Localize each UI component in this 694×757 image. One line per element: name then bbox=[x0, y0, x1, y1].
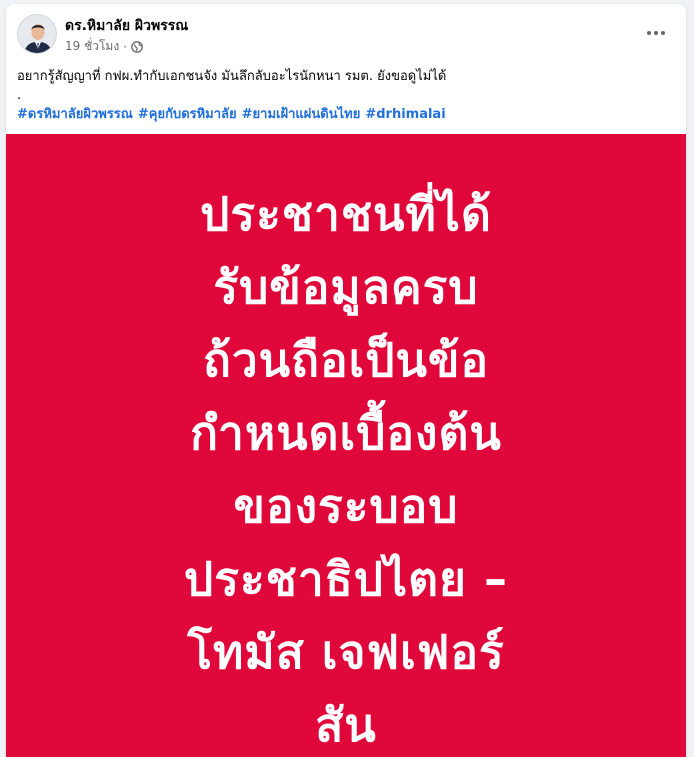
hashtag-list: #ดรหิมาลัยผิวพรรณ #คุยกับดรหิมาลัย #ยามเ… bbox=[17, 105, 672, 124]
author-name[interactable]: ดร.หิมาลัย ผิวพรรณ bbox=[65, 15, 188, 37]
globe-icon[interactable] bbox=[131, 40, 143, 53]
more-options-icon[interactable] bbox=[638, 21, 674, 45]
hashtag-link[interactable]: #ยามเฝ้าแผ่นดินไทย bbox=[242, 105, 361, 124]
post-header: ดร.หิมาลัย ผิวพรรณ 19 ชั่วโมง · bbox=[6, 4, 686, 62]
quote-line: รับข้อมูลครบ bbox=[213, 260, 479, 314]
quote-line: ประชาธิปไตย – bbox=[184, 552, 508, 606]
avatar-portrait-icon bbox=[18, 15, 56, 53]
hashtag-link[interactable]: #คุยกับดรหิมาลัย bbox=[138, 105, 237, 124]
post-timestamp[interactable]: 19 ชั่วโมง bbox=[65, 37, 119, 56]
post-text-line: อยากรู้สัญญาที่ กฟผ.ทำกับเอกชนจัง มันลึก… bbox=[17, 69, 447, 84]
quote-text: ประชาชนที่ได้ รับข้อมูลครบ ถ้วนถือเป็นข้… bbox=[6, 178, 686, 757]
hashtag-link[interactable]: #drhimalai bbox=[365, 105, 445, 124]
post-text: อยากรู้สัญญาที่ กฟผ.ทำกับเอกชนจัง มันลึก… bbox=[17, 67, 672, 124]
quote-line: ของระบอบ bbox=[233, 479, 459, 533]
post-text-dot: . bbox=[17, 88, 22, 103]
quote-line: ประชาชนที่ได้ bbox=[200, 187, 492, 241]
hashtag-link[interactable]: #ดรหิมาลัยผิวพรรณ bbox=[17, 105, 133, 124]
quote-line: โทมัส เจฟเฟอร์ bbox=[187, 625, 505, 679]
facebook-post-card: ดร.หิมาลัย ผิวพรรณ 19 ชั่วโมง · อยากรู้ส… bbox=[6, 4, 686, 757]
author-avatar[interactable] bbox=[17, 14, 57, 54]
meta-separator: · bbox=[123, 39, 128, 54]
quote-line: สัน bbox=[315, 698, 377, 752]
post-meta: 19 ชั่วโมง · bbox=[65, 37, 143, 56]
quote-line: ถ้วนถือเป็นข้อ bbox=[202, 333, 490, 387]
quote-line: กำหนดเบื้องต้น bbox=[190, 406, 502, 460]
post-image[interactable]: ประชาชนที่ได้ รับข้อมูลครบ ถ้วนถือเป็นข้… bbox=[6, 134, 686, 757]
